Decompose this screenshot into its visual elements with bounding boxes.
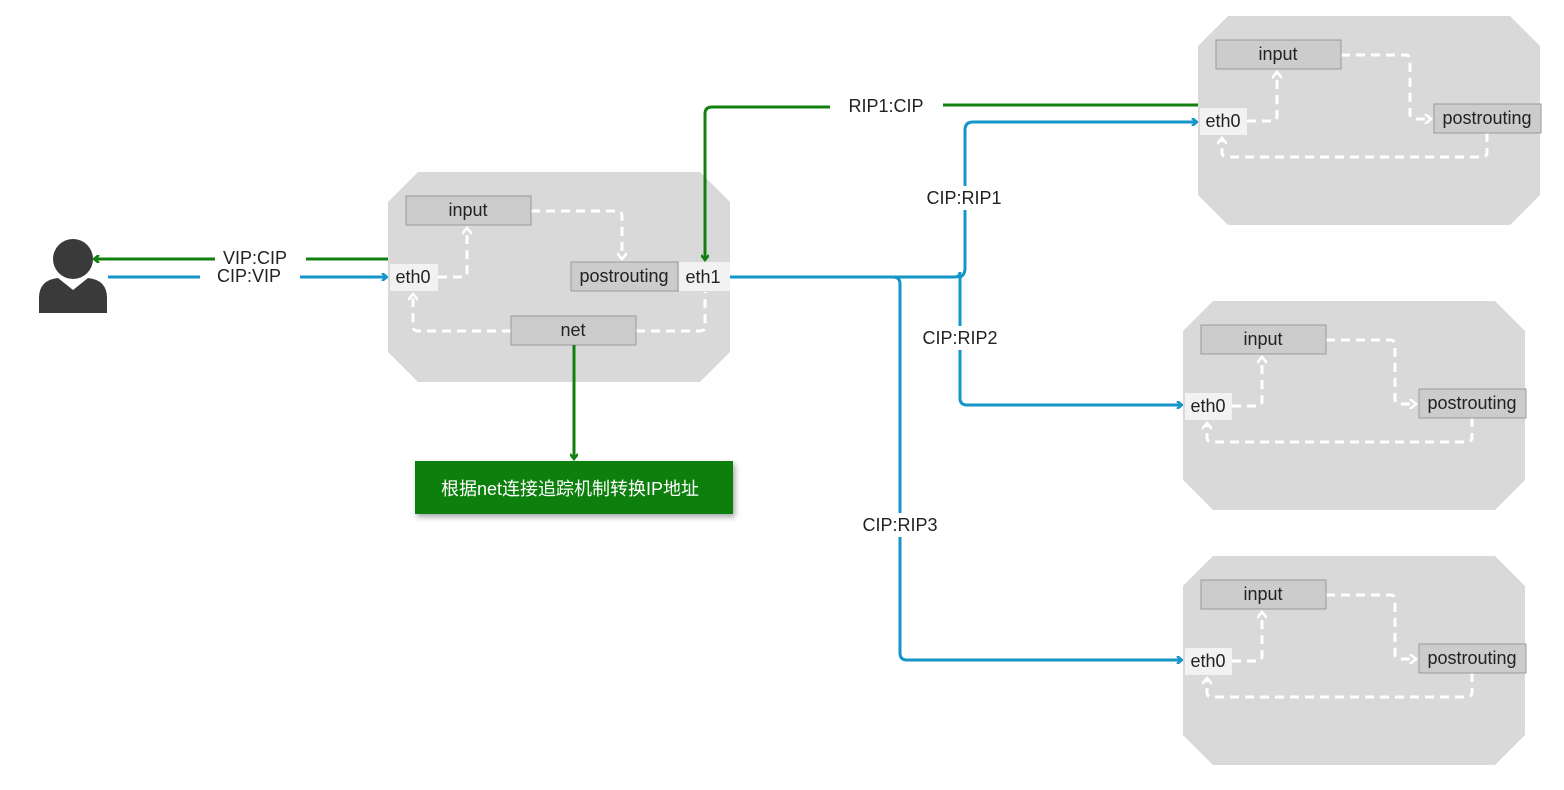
- rip1-cip-label: RIP1:CIP: [848, 96, 923, 116]
- director-input-label: input: [448, 200, 487, 220]
- request-trunk: [730, 271, 962, 279]
- director-eth1-label: eth1: [685, 267, 720, 287]
- user-icon: [39, 239, 107, 313]
- vip-cip-label: VIP:CIP: [223, 248, 287, 268]
- lvs-nat-diagram: VIP:CIP CIP:VIP input postrouting net et…: [39, 16, 1542, 765]
- rs-input-label: input: [1243, 584, 1282, 604]
- director-postrouting-label: postrouting: [579, 266, 668, 286]
- rs-postrouting-label: postrouting: [1442, 108, 1531, 128]
- cip-rip1-label: CIP:RIP1: [926, 188, 1001, 208]
- rs-input-label: input: [1258, 44, 1297, 64]
- note-text: 根据net连接追踪机制转换IP地址: [441, 479, 699, 499]
- rs-input-label: input: [1243, 329, 1282, 349]
- cip-rip2-label: CIP:RIP2: [922, 328, 997, 348]
- director-node: input postrouting net eth0 eth1: [388, 172, 730, 382]
- rs-eth0-label: eth0: [1205, 111, 1240, 131]
- real-server-1: input postrouting eth0: [1198, 16, 1542, 225]
- rs-postrouting-label: postrouting: [1427, 648, 1516, 668]
- note-box: 根据net连接追踪机制转换IP地址: [415, 461, 733, 514]
- cip-rip3-label: CIP:RIP3: [862, 515, 937, 535]
- real-server-3: input postrouting eth0: [1183, 556, 1527, 765]
- director-net-label: net: [560, 320, 585, 340]
- rs-postrouting-label: postrouting: [1427, 393, 1516, 413]
- cip-vip-label: CIP:VIP: [217, 266, 281, 286]
- real-server-2: input postrouting eth0: [1183, 301, 1527, 510]
- rs-eth0-label: eth0: [1190, 651, 1225, 671]
- rs-eth0-label: eth0: [1190, 396, 1225, 416]
- director-eth0-label: eth0: [395, 267, 430, 287]
